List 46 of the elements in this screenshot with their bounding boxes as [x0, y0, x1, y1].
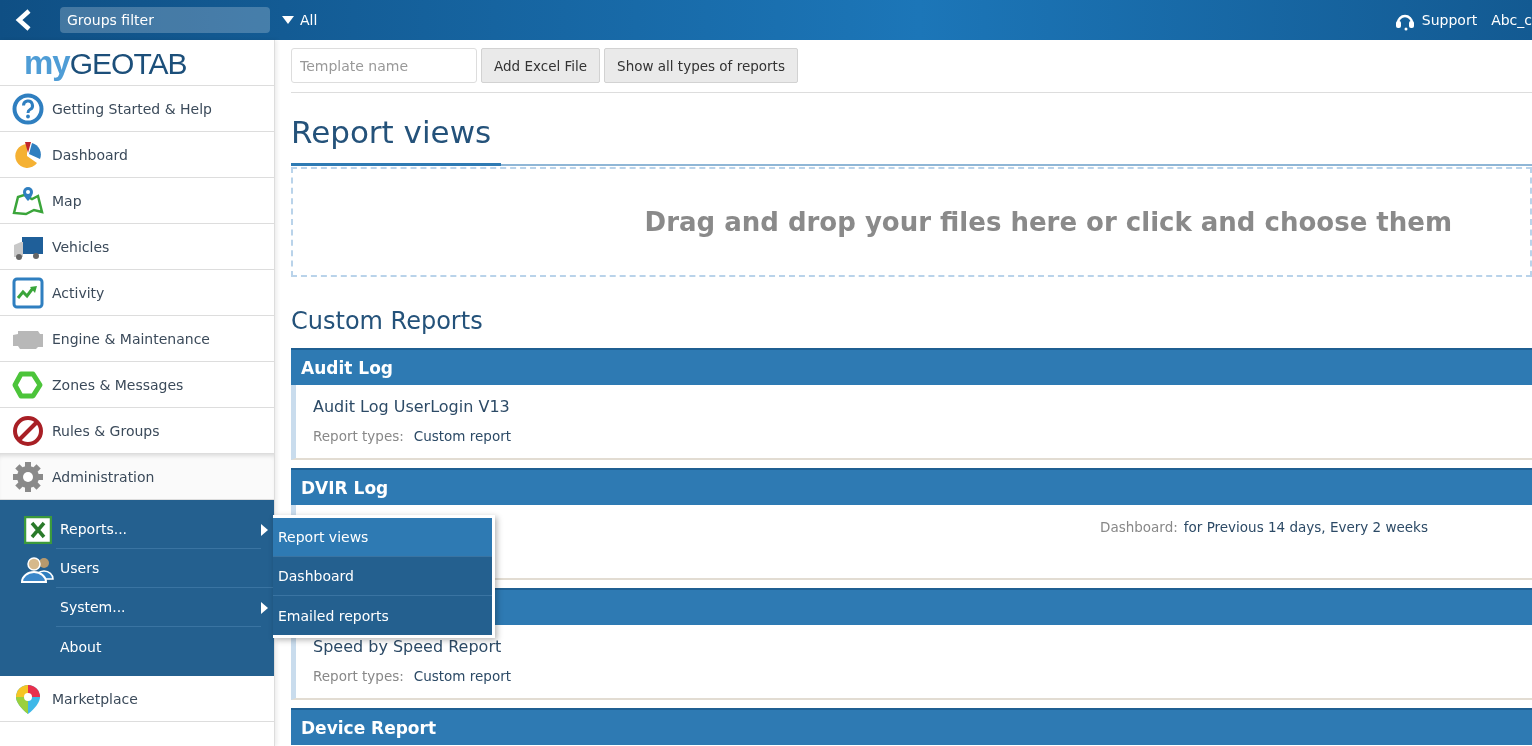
question-icon [12, 92, 44, 125]
support-link[interactable]: Support [1393, 9, 1478, 31]
submenu-item[interactable]: Users [20, 549, 274, 588]
prohibition-icon [12, 414, 44, 447]
submenu-item[interactable]: About [20, 627, 274, 666]
field-value: for Previous 14 days, Every 2 weeks [1183, 519, 1428, 535]
nav-item[interactable]: Activity [0, 270, 274, 316]
field-label: Dashboard: [1100, 519, 1178, 535]
nav-item[interactable]: Zones & Messages [0, 362, 274, 408]
line-chart-icon [12, 276, 44, 309]
people-icon [20, 554, 56, 583]
field-value: Custom report [413, 668, 512, 684]
group-header: Device Report [291, 708, 1532, 745]
spreadsheet-icon [24, 515, 52, 544]
field-value: Custom report [413, 428, 512, 444]
caret-icon [282, 16, 294, 24]
group-header: Audit Log [291, 348, 1532, 385]
group-dropdown[interactable]: All [282, 12, 318, 28]
logo: myGEOTAB [24, 46, 187, 79]
nav-item[interactable]: Administration [0, 454, 274, 500]
template-name-field[interactable]: Template name [291, 48, 477, 83]
nav-item[interactable]: Rules & Groups [0, 408, 274, 454]
nav-item[interactable]: Vehicles [0, 224, 274, 270]
page-title: Report views [291, 111, 502, 166]
toolbar-button[interactable]: Add Excel File [481, 48, 601, 83]
field-label: Report types: [313, 668, 404, 684]
group-header: DVIR Log [291, 468, 1532, 505]
report-name[interactable]: Audit Log UserLogin V13 [313, 397, 510, 416]
menu-item[interactable]: Dashboard [273, 557, 492, 596]
nav-item[interactable]: Dashboard [0, 132, 274, 178]
field-label: Report types: [313, 428, 404, 444]
menu-item[interactable]: Report views [273, 518, 492, 557]
map-pin-icon [12, 184, 44, 217]
nav-item[interactable]: Marketplace [0, 676, 274, 722]
arrow-right-icon [261, 523, 268, 536]
report-name[interactable]: Speed by Speed Report [313, 637, 502, 656]
nav-item[interactable]: Map [0, 178, 274, 224]
menu-item[interactable]: Emailed reports [273, 596, 492, 635]
user-menu[interactable]: Abc_c [1491, 12, 1532, 28]
section-title: Custom Reports [291, 306, 484, 337]
arrow-right-icon [261, 601, 268, 614]
gear-icon [12, 460, 44, 493]
submenu-item[interactable]: Reports... [20, 510, 274, 549]
nav-item[interactable]: Getting Started & Help [0, 86, 274, 132]
toolbar-button[interactable]: Show all types of reports [604, 48, 798, 83]
nav-item[interactable]: Engine & Maintenance [0, 316, 274, 362]
